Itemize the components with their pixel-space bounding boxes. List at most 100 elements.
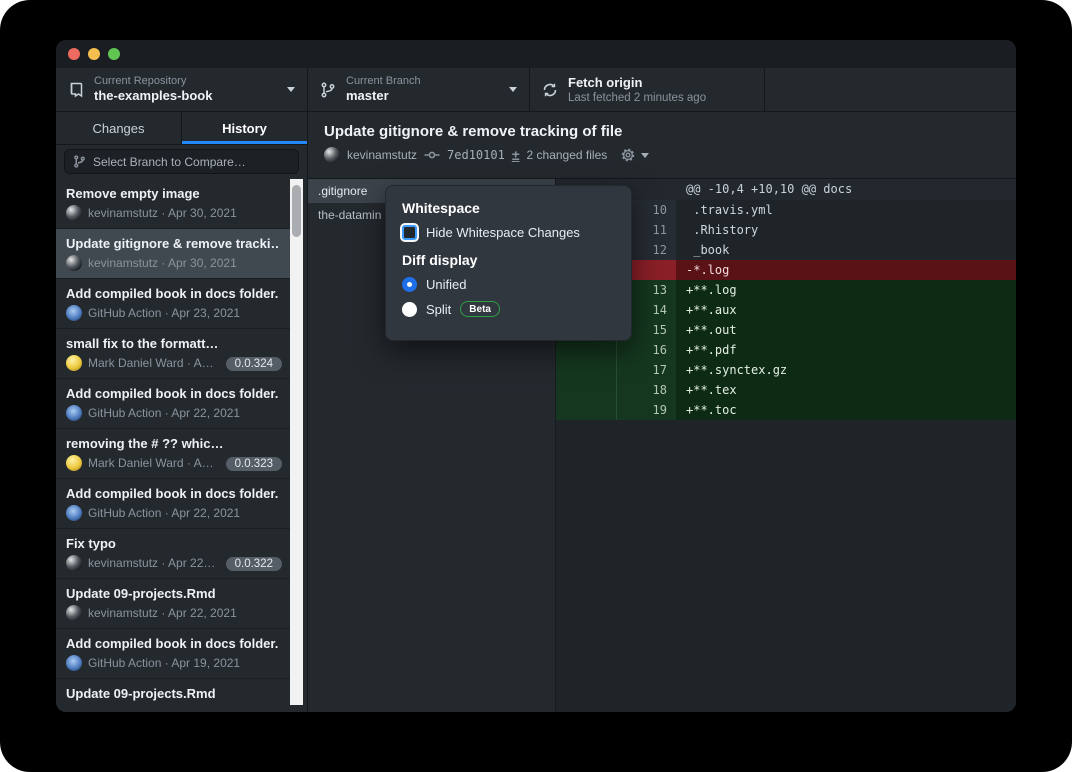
toolbar: Current Repository the-examples-book Cur… — [56, 68, 1016, 112]
diff-line-text: -*.log — [676, 260, 1016, 280]
diff-line-text: +**.synctex.gz — [676, 360, 1016, 380]
commit-row-selected[interactable]: Update gitignore & remove tracki… kevina… — [56, 229, 290, 279]
diff-line-text: .Rhistory — [676, 220, 1016, 240]
unified-option[interactable]: Unified — [402, 277, 615, 292]
branch-label: Current Branch — [346, 75, 509, 88]
commit-meta: GitHub Action · Apr 22, 2021 — [88, 406, 240, 420]
commit-row[interactable]: removing the # ?? whic… Mark Daniel Ward… — [56, 429, 290, 479]
new-line-number: 16 — [616, 340, 676, 360]
tab-history[interactable]: History — [181, 112, 307, 144]
new-line-number: 19 — [616, 400, 676, 420]
commit-row[interactable]: Add compiled book in docs folder. GitHub… — [56, 379, 290, 429]
split-radio[interactable] — [402, 302, 417, 317]
commit-title: Add compiled book in docs folder. — [66, 386, 280, 401]
fetch-origin-button[interactable]: Fetch origin Last fetched 2 minutes ago — [530, 68, 765, 111]
diff-line-added[interactable]: 17+**.synctex.gz — [556, 360, 1016, 380]
commit-meta: kevinamstutz · Apr 22, 2021 — [88, 606, 237, 620]
commit-meta: GitHub Action · Apr 23, 2021 — [88, 306, 240, 320]
github-action-avatar — [66, 305, 82, 321]
git-branch-icon — [320, 82, 336, 98]
kevinamstutz-avatar — [66, 555, 82, 571]
split-label: Split — [426, 302, 451, 317]
repo-icon — [68, 82, 84, 98]
diff-line-text: +**.toc — [676, 400, 1016, 420]
compare-branch-wrap: Select Branch to Compare… — [56, 145, 307, 178]
commit-meta: kevinamstutz · Apr 30, 2021 — [88, 256, 237, 270]
commit-meta: Mark Daniel Ward · A… — [88, 456, 214, 470]
app-window: Current Repository the-examples-book Cur… — [56, 40, 1016, 712]
commit-row[interactable]: Add compiled book in docs folder. GitHub… — [56, 279, 290, 329]
hide-whitespace-option[interactable]: Hide Whitespace Changes — [402, 225, 615, 240]
current-branch-button[interactable]: Current Branch master — [308, 68, 530, 111]
select-branch-to-compare[interactable]: Select Branch to Compare… — [64, 149, 299, 174]
version-badge: 0.0.322 — [226, 557, 282, 571]
commit-meta: kevinamstutz · Apr 30, 2021 — [88, 206, 237, 220]
commit-row[interactable]: Fix typo kevinamstutz · Apr 22… 0.0.322 — [56, 529, 290, 579]
commit-title: Add compiled book in docs folder. — [66, 286, 280, 301]
zoom-window-button[interactable] — [108, 48, 120, 60]
commit-title: Update 09-projects.Rmd — [66, 586, 280, 601]
new-line-number: 17 — [616, 360, 676, 380]
hide-whitespace-label: Hide Whitespace Changes — [426, 225, 580, 240]
chevron-down-icon — [509, 87, 517, 92]
diff-display-heading: Diff display — [402, 252, 615, 268]
whitespace-heading: Whitespace — [402, 200, 615, 216]
fetch-status: Last fetched 2 minutes ago — [568, 91, 752, 105]
commit-summary-title: Update gitignore & remove tracking of fi… — [324, 123, 1000, 140]
title-bar[interactable] — [56, 40, 1016, 68]
commit-title: Update 09-projects.Rmd — [66, 686, 280, 701]
split-option[interactable]: Split Beta — [402, 301, 615, 317]
chevron-down-icon — [641, 153, 649, 158]
diffstat-icon: ± — [512, 147, 520, 163]
hide-whitespace-checkbox[interactable] — [402, 225, 417, 240]
commit-list-scrollbar[interactable] — [290, 179, 303, 705]
version-badge: 0.0.324 — [226, 357, 282, 371]
changed-files-count: 2 changed files — [527, 148, 608, 162]
commit-row[interactable]: small fix to the formatt… Mark Daniel Wa… — [56, 329, 290, 379]
github-action-avatar — [66, 405, 82, 421]
commit-title: Fix typo — [66, 536, 280, 551]
diff-line-added[interactable]: 18+**.tex — [556, 380, 1016, 400]
diff-line-text: +**.pdf — [676, 340, 1016, 360]
scrollbar-thumb[interactable] — [292, 185, 301, 237]
diff-line-text: .travis.yml — [676, 200, 1016, 220]
chevron-down-icon — [287, 87, 295, 92]
commit-meta: GitHub Action · Apr 22, 2021 — [88, 506, 240, 520]
commit-row[interactable]: Add compiled book in docs folder. GitHub… — [56, 629, 290, 679]
commit-meta: GitHub Action · Apr 19, 2021 — [88, 656, 240, 670]
diff-line-added[interactable]: 19+**.toc — [556, 400, 1016, 420]
commit-row[interactable]: Update 09-projects.Rmd — [56, 679, 290, 705]
diff-line-text: +**.aux — [676, 300, 1016, 320]
commit-meta: kevinamstutz · Apr 22… — [88, 556, 215, 570]
commit-summary-header: Update gitignore & remove tracking of fi… — [308, 112, 1016, 179]
commit-row[interactable]: Update 09-projects.Rmd kevinamstutz · Ap… — [56, 579, 290, 629]
new-line-number: 18 — [616, 380, 676, 400]
old-line-number — [556, 340, 616, 360]
commit-title: Update gitignore & remove tracki… — [66, 236, 280, 251]
tab-changes[interactable]: Changes — [56, 112, 181, 144]
commit-summary-meta: kevinamstutz 7ed10101 ± 2 changed files — [324, 147, 1000, 163]
diff-line-text: +**.out — [676, 320, 1016, 340]
screenshot-frame: Current Repository the-examples-book Cur… — [0, 0, 1072, 772]
beta-badge: Beta — [460, 301, 500, 317]
diff-options-button[interactable] — [620, 147, 649, 163]
unified-label: Unified — [426, 277, 466, 292]
repository-name: the-examples-book — [94, 88, 287, 104]
commit-meta: Mark Daniel Ward · A… — [88, 356, 214, 370]
unified-radio[interactable] — [402, 277, 417, 292]
commit-row[interactable]: Add compiled book in docs folder. GitHub… — [56, 479, 290, 529]
commit-list: Remove empty image kevinamstutz · Apr 30… — [56, 179, 290, 705]
branch-text: Current Branch master — [346, 75, 509, 104]
repository-label: Current Repository — [94, 75, 287, 88]
close-window-button[interactable] — [68, 48, 80, 60]
commit-row[interactable]: Remove empty image kevinamstutz · Apr 30… — [56, 179, 290, 229]
github-action-avatar — [66, 505, 82, 521]
diff-options-popover: Whitespace Hide Whitespace Changes Diff … — [385, 185, 632, 341]
current-repository-button[interactable]: Current Repository the-examples-book — [56, 68, 308, 111]
gear-icon — [620, 147, 636, 163]
kevinamstutz-avatar — [324, 147, 340, 163]
minimize-window-button[interactable] — [88, 48, 100, 60]
kevinamstutz-avatar — [66, 205, 82, 221]
diff-line-added[interactable]: 16+**.pdf — [556, 340, 1016, 360]
sync-icon — [542, 82, 558, 98]
